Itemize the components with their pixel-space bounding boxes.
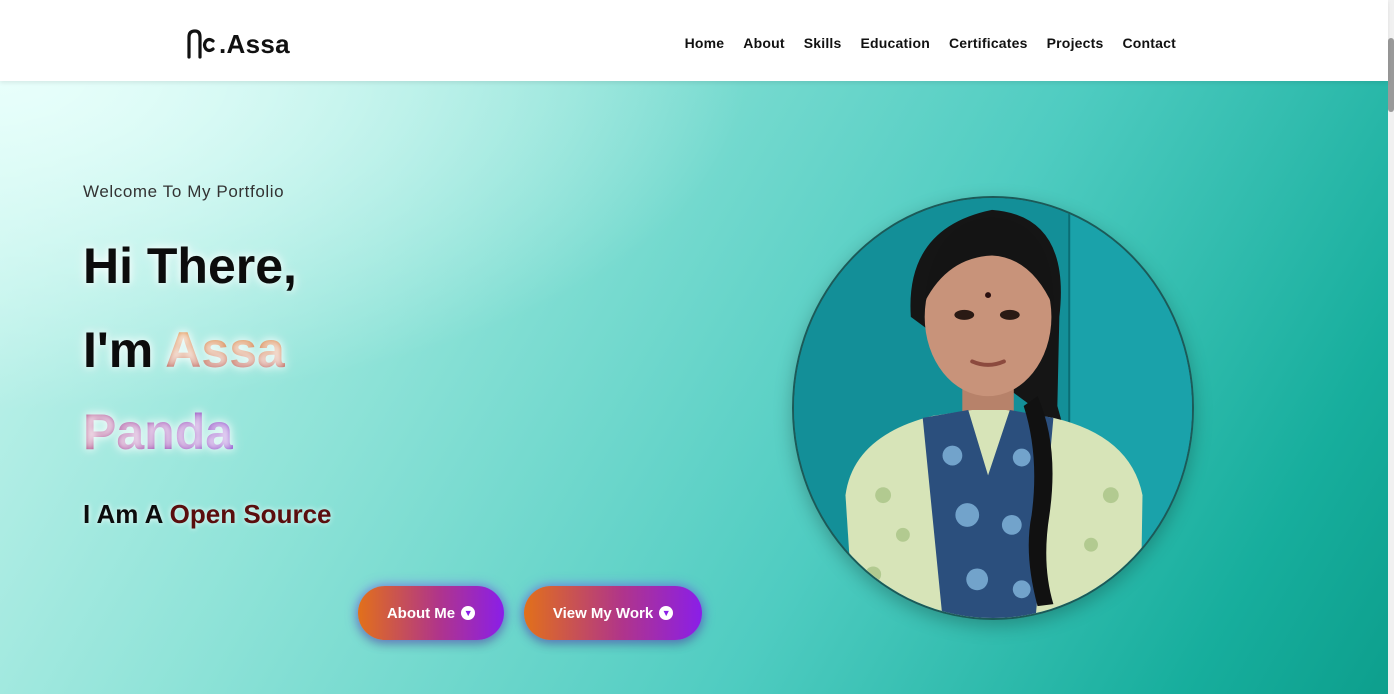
profile-portrait-image xyxy=(794,198,1192,618)
chevron-down-circle-icon: ▼ xyxy=(659,606,674,620)
nav-links: Home About Skills Education Certificates… xyxy=(685,35,1176,53)
nav-skills[interactable]: Skills xyxy=(804,35,842,51)
nav-home[interactable]: Home xyxy=(685,35,725,51)
navbar: .Assa Home About Skills Education Certif… xyxy=(0,0,1388,81)
typed-prefix: I Am A xyxy=(83,499,170,529)
nav-about[interactable]: About xyxy=(743,35,784,51)
logo-text: .Assa xyxy=(219,29,290,59)
nav-education[interactable]: Education xyxy=(860,35,929,51)
hero-section: Welcome To My Portfolio Hi There, I'm As… xyxy=(0,81,1388,694)
about-me-button[interactable]: About Me ▼ xyxy=(358,586,504,640)
view-my-work-label: View My Work xyxy=(552,604,654,622)
typed-role: Open Source xyxy=(169,499,332,529)
hero-greeting: Hi There, xyxy=(83,238,297,294)
chevron-down-circle-icon: ▼ xyxy=(461,606,476,620)
typed-role-text: I Am A Open Source xyxy=(83,499,332,530)
hero-first-name: Assa xyxy=(165,322,285,378)
hero-name-prefix: I'm xyxy=(83,322,166,378)
scrollbar-thumb[interactable] xyxy=(1388,38,1394,112)
view-my-work-button[interactable]: View My Work ▼ xyxy=(524,586,702,640)
nav-certificates[interactable]: Certificates xyxy=(949,35,1028,51)
hero-name-line: I'm Assa xyxy=(83,325,285,375)
profile-photo xyxy=(792,196,1194,620)
logo-mark-icon xyxy=(187,29,215,59)
logo[interactable]: .Assa xyxy=(183,26,290,62)
about-me-label: About Me xyxy=(386,604,456,622)
nav-projects[interactable]: Projects xyxy=(1047,35,1104,51)
welcome-text: Welcome To My Portfolio xyxy=(83,182,285,201)
scrollbar[interactable] xyxy=(1388,0,1394,694)
nav-contact[interactable]: Contact xyxy=(1122,35,1176,51)
hero-last-name: Panda xyxy=(83,404,234,460)
